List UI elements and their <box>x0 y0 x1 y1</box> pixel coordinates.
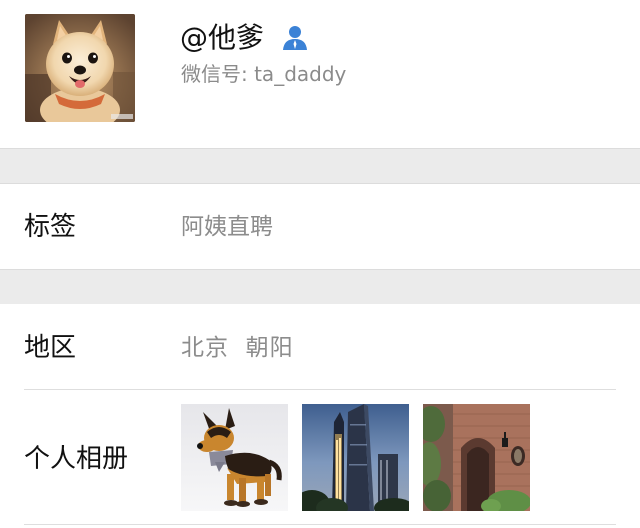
album-photo-dog-figurine[interactable] <box>181 404 288 511</box>
album-label: 个人相册 <box>24 444 129 474</box>
region-label: 地区 <box>24 333 77 363</box>
region-row[interactable]: 地区 北京 朝阳 <box>0 304 640 390</box>
male-person-icon <box>280 23 310 53</box>
row-divider <box>24 524 616 525</box>
album-row[interactable]: 个人相册 <box>0 390 640 528</box>
album-photo-skyscraper[interactable] <box>302 404 409 511</box>
album-photo-old-building[interactable] <box>423 404 530 511</box>
tag-value: 阿姨直聘 <box>181 214 273 240</box>
region-value: 北京 朝阳 <box>181 335 294 361</box>
section-gap <box>0 269 640 305</box>
nickname: @他爹 <box>180 21 265 54</box>
tag-row[interactable]: 标签 阿姨直聘 <box>0 184 640 269</box>
tag-label: 标签 <box>24 212 77 242</box>
name-row: @他爹 <box>180 18 310 58</box>
wechat-id: 微信号: ta_daddy <box>181 62 347 86</box>
section-gap <box>0 148 640 184</box>
avatar[interactable] <box>25 14 135 122</box>
profile-header[interactable]: @他爹 微信号: ta_daddy <box>0 0 640 148</box>
